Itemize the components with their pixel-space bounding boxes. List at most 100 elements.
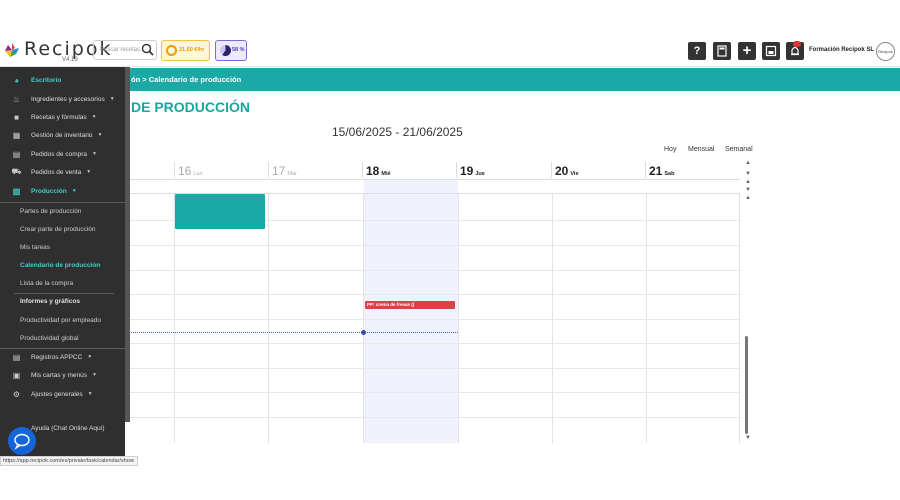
day-header-17[interactable]: 17 Mar xyxy=(268,162,297,178)
topbar-divider xyxy=(0,66,900,67)
day-name: Mié xyxy=(381,171,391,177)
scroll-up-icon[interactable]: ▲ xyxy=(745,195,751,201)
scroll-up-icon[interactable]: ▲ xyxy=(745,179,751,185)
day-header-19[interactable]: 19 Jue xyxy=(456,162,485,178)
help-button[interactable]: ? xyxy=(688,42,706,60)
scroll-down-icon[interactable]: ▼ xyxy=(745,187,751,193)
help-icon: ? xyxy=(693,45,701,57)
sidebar-item-production[interactable]: ▥ Producción ▼ xyxy=(0,182,125,200)
sidebar-item-purchase-orders[interactable]: ▤ Pedidos de compra ▼ xyxy=(0,145,125,163)
save-button[interactable] xyxy=(762,42,780,60)
calculator-button[interactable] xyxy=(713,42,731,60)
day-number: 19 xyxy=(460,164,474,178)
chat-bubble-icon xyxy=(14,433,30,450)
ingredients-icon: ♨ xyxy=(12,94,21,104)
calendar-scrollbar[interactable]: ▲ ▼ ▲ ▼ ▲ ▼ xyxy=(744,158,752,443)
chevron-down-icon: ▼ xyxy=(86,169,92,175)
sidebar-subitem-my-tasks[interactable]: Mis tareas xyxy=(20,244,50,251)
sidebar-item-label: Producción xyxy=(31,187,67,195)
top-bar: Recipok V4.19 Buscar recetas... 21,60 €/… xyxy=(0,34,900,66)
current-time-line xyxy=(125,332,458,333)
week-range: 15/06/2025 - 21/06/2025 xyxy=(332,125,463,139)
day-header-18[interactable]: 18 Mié xyxy=(362,162,391,178)
grid-hline xyxy=(125,245,740,246)
scroll-up-icon[interactable]: ▲ xyxy=(745,160,751,166)
calendar-event[interactable]: PP: crema de fresas () xyxy=(365,301,455,309)
sidebar-item-recipes[interactable]: ■ Recetas y fórmulas ▼ xyxy=(0,108,125,126)
week-calendar: 16 Lun 17 Mar 18 Mié 19 Jue 20 Vie 21 Sab xyxy=(125,158,752,443)
sidebar-item-sales-orders[interactable]: ⛟ Pedidos de venta ▼ xyxy=(0,163,125,181)
grid-hline xyxy=(125,294,740,295)
calendar-grid[interactable]: PP: crema de fresas () xyxy=(125,194,740,443)
day-header-20[interactable]: 20 Vie xyxy=(551,162,579,178)
add-button[interactable]: + xyxy=(738,42,756,60)
day-number: 17 xyxy=(272,164,286,178)
status-bar-url: https://app.recipok.com/es/private/task/… xyxy=(0,456,138,466)
sidebar-divider xyxy=(14,293,114,294)
view-month-button[interactable]: Mensual xyxy=(688,146,714,153)
grid-hline xyxy=(125,270,740,271)
cost-per-hour-value: 21,60 €/hr xyxy=(179,47,205,53)
company-name[interactable]: Formación Recipok SL xyxy=(809,47,874,53)
grid-hline xyxy=(125,417,740,418)
grid-hline xyxy=(125,392,740,393)
sidebar-subitem-productivity-employee[interactable]: Productividad por empleado xyxy=(20,317,101,324)
sidebar-item-dashboard[interactable]: ◕ Escritorio xyxy=(0,71,125,89)
calculator-icon xyxy=(717,45,727,57)
chevron-down-icon: ▼ xyxy=(91,114,97,120)
calendar-event[interactable] xyxy=(175,194,265,229)
view-today-button[interactable]: Hoy xyxy=(664,146,676,153)
grid-hline xyxy=(125,368,740,369)
sidebar-subitem-shopping-list[interactable]: Lista de la compra xyxy=(20,280,73,287)
production-icon: ▥ xyxy=(12,186,21,196)
sidebar-item-appcc[interactable]: ▤ Registros APPCC ▼ xyxy=(0,348,125,366)
sidebar-subitem-productivity-global[interactable]: Productividad global xyxy=(20,335,79,342)
sidebar-item-menus[interactable]: ▣ Mis cartas y menús ▼ xyxy=(0,366,125,384)
scroll-down-icon[interactable]: ▼ xyxy=(745,171,751,177)
avatar[interactable]: Recipok xyxy=(876,42,895,61)
sidebar-subitem-production-calendar[interactable]: Calendario de producción xyxy=(20,262,100,269)
search-icon[interactable] xyxy=(141,43,154,56)
sidebar-item-label: Registros APPCC xyxy=(31,353,83,361)
page-title: DE PRODUCCIÓN xyxy=(131,99,251,115)
day-header-21[interactable]: 21 Sab xyxy=(645,162,674,178)
sidebar-scrollbar[interactable] xyxy=(125,67,130,422)
recipe-icon: ■ xyxy=(14,112,19,122)
margin-percent-pill[interactable]: 58 % xyxy=(215,40,247,61)
chevron-down-icon: ▼ xyxy=(109,96,115,102)
sidebar-item-label: Recetas y fórmulas xyxy=(31,113,87,121)
sidebar-divider xyxy=(0,202,125,203)
day-number: 16 xyxy=(178,164,192,178)
sidebar-item-label: Escritorio xyxy=(31,76,62,84)
sidebar-subitem-production-parts[interactable]: Partes de producción xyxy=(20,208,81,215)
save-icon xyxy=(765,45,777,57)
scroll-down-icon[interactable]: ▼ xyxy=(745,435,751,441)
reports-heading: Informes y gráficos xyxy=(20,298,80,305)
chat-button[interactable] xyxy=(8,427,36,455)
sidebar-item-label: Pedidos de venta xyxy=(31,168,82,176)
sidebar-item-inventory[interactable]: ▦ Gestión de inventario ▼ xyxy=(0,126,125,144)
sidebar-item-settings[interactable]: ⚙ Ajustes generales ▼ xyxy=(0,385,125,403)
sidebar-item-label: Ingredientes y accesorios xyxy=(31,95,105,103)
margin-percent-value: 58 % xyxy=(232,47,245,53)
plus-icon: + xyxy=(742,42,752,59)
coins-icon xyxy=(166,45,177,56)
view-week-button[interactable]: Semanal xyxy=(725,146,753,153)
sidebar-item-ingredients[interactable]: ♨ Ingredientes y accesorios ▼ xyxy=(0,90,125,108)
menu-icon: ▣ xyxy=(12,370,21,380)
day-number: 18 xyxy=(366,164,380,178)
day-name: Lun xyxy=(193,171,203,177)
cost-per-hour-pill[interactable]: 21,60 €/hr xyxy=(161,40,210,61)
all-day-row xyxy=(125,180,740,194)
sidebar-subitem-create-part[interactable]: Crear parte de producción xyxy=(20,226,96,233)
day-name: Jue xyxy=(475,171,485,177)
chevron-down-icon: ▼ xyxy=(71,188,77,194)
notification-badge xyxy=(793,41,801,47)
chevron-down-icon: ▼ xyxy=(92,372,97,378)
app-version: V4.19 xyxy=(62,57,78,63)
day-header-16[interactable]: 16 Lun xyxy=(174,162,203,178)
scrollbar-thumb[interactable] xyxy=(745,336,748,434)
sidebar: ◕ Escritorio ♨ Ingredientes y accesorios… xyxy=(0,67,125,457)
current-time-dot xyxy=(361,330,366,335)
inventory-icon: ▦ xyxy=(12,130,21,140)
